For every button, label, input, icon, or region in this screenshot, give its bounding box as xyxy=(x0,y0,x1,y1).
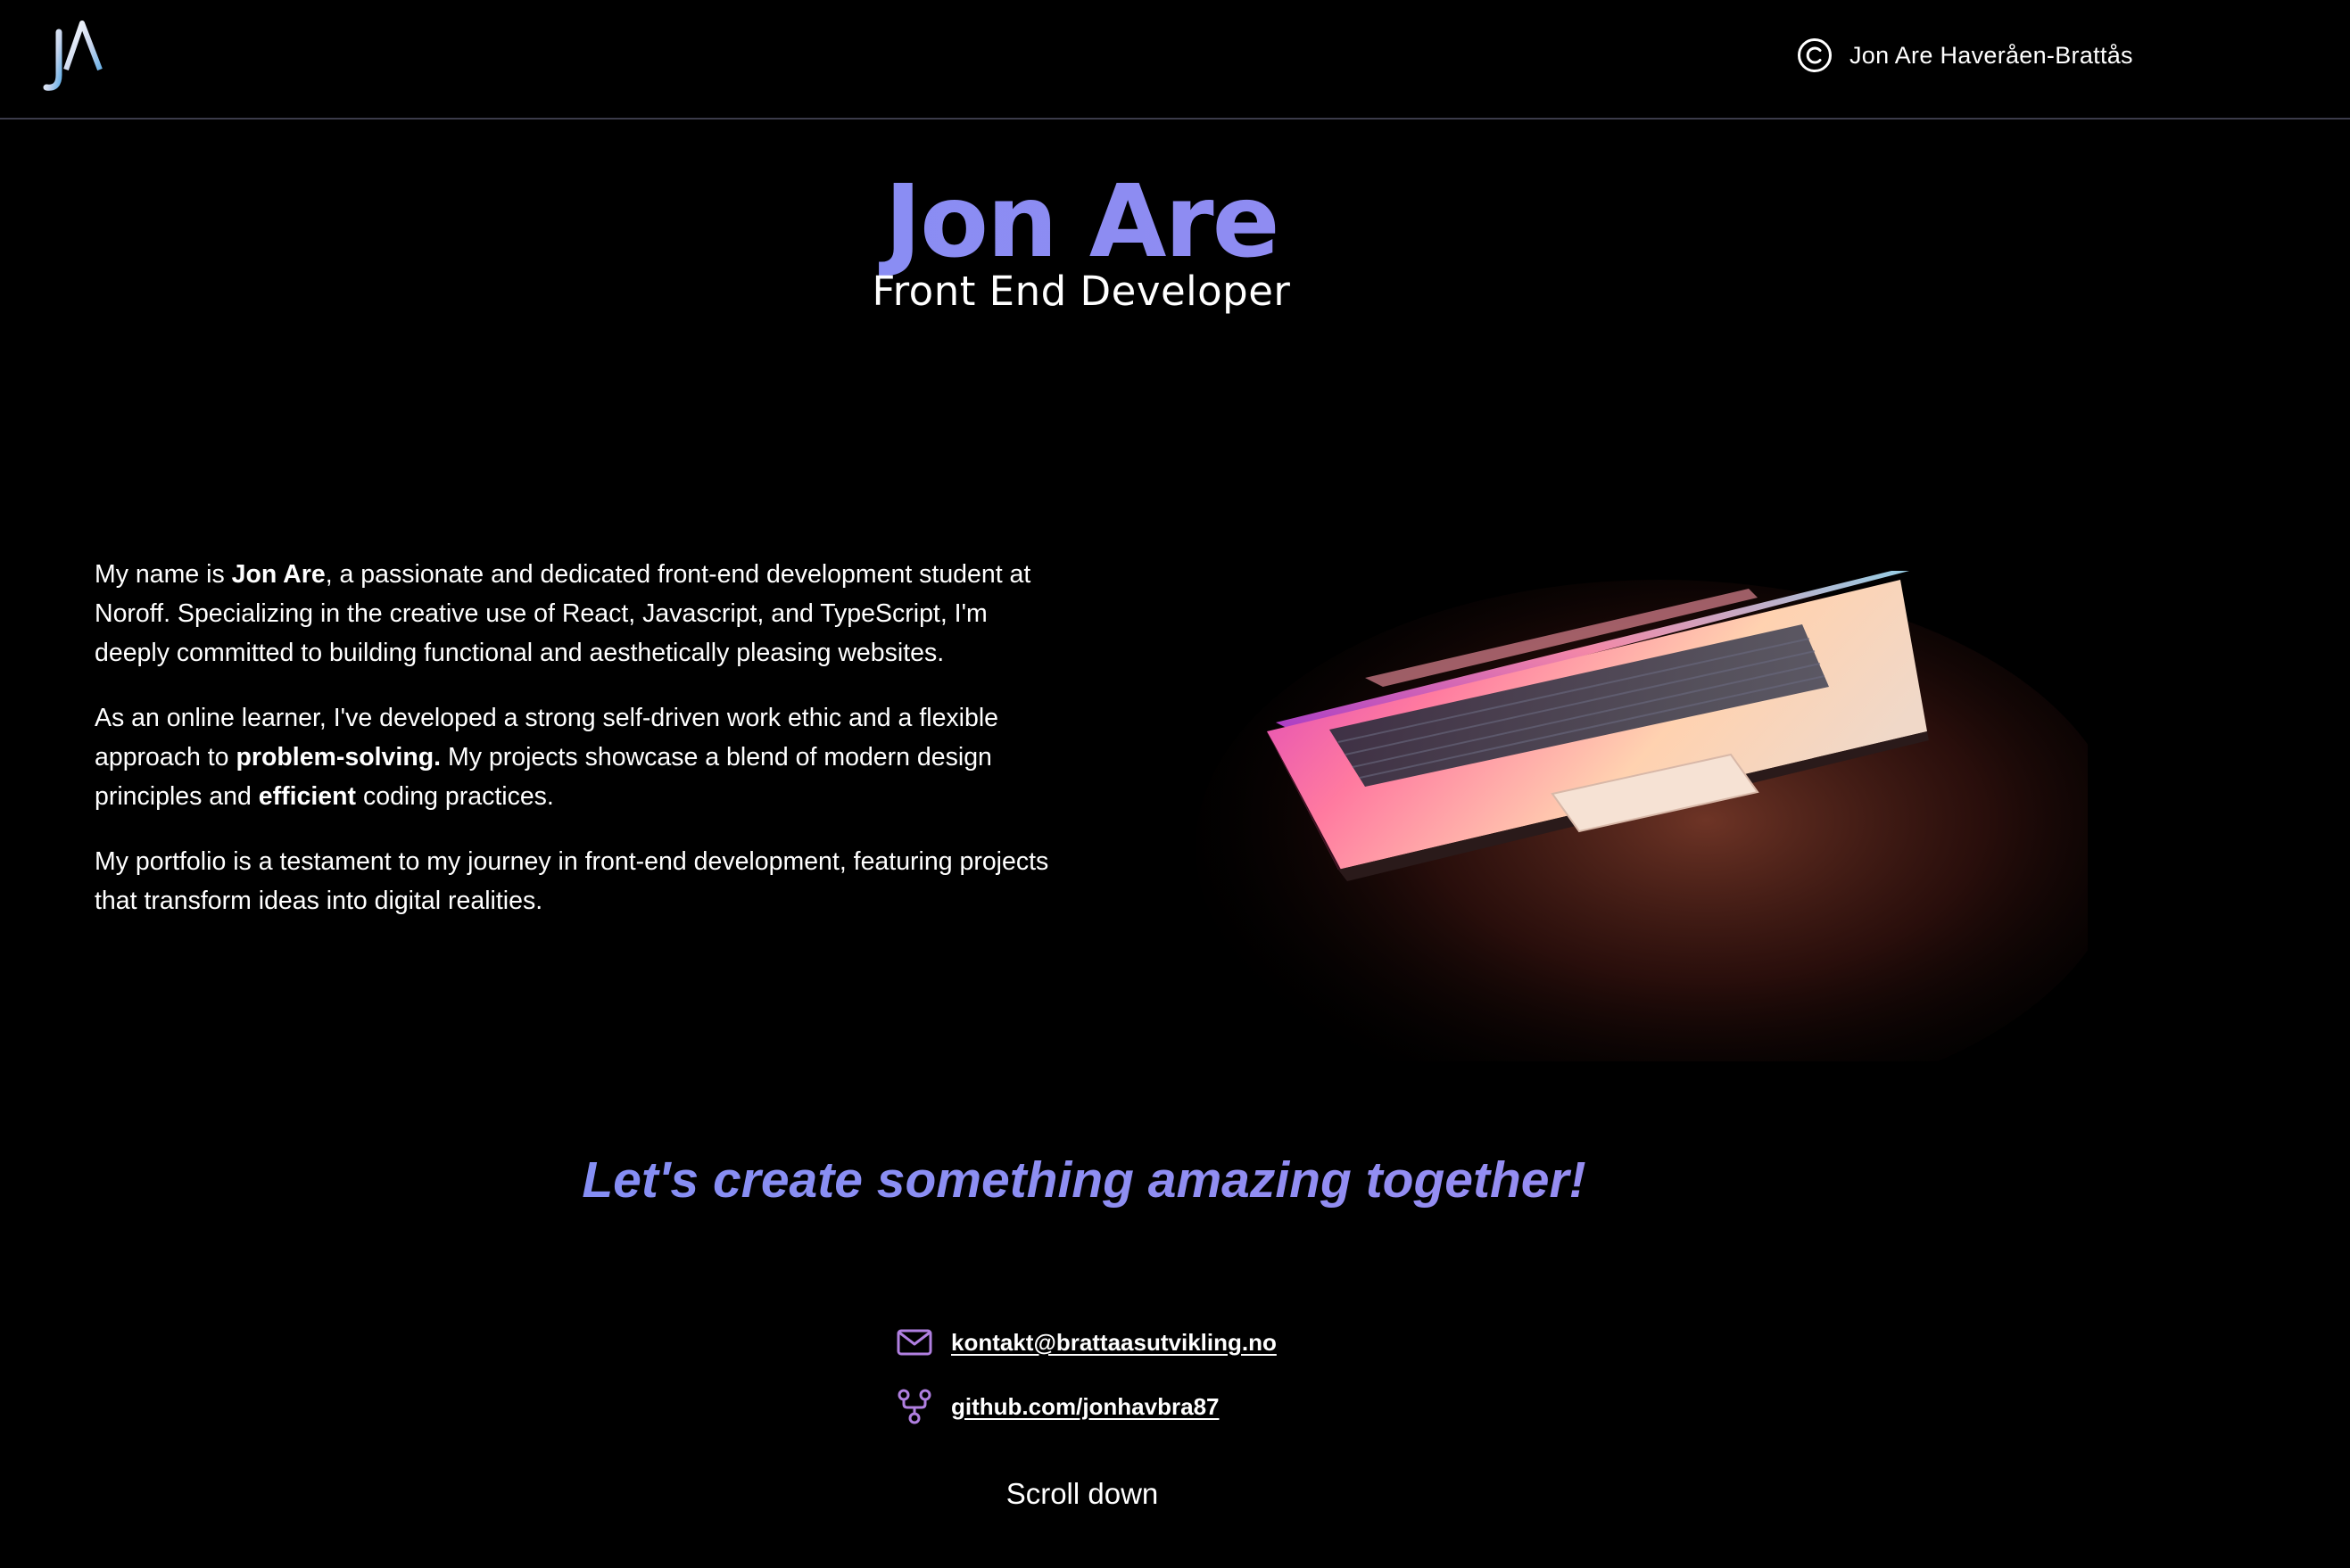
site-header: Jon Are Haveråen-Brattås xyxy=(0,0,2350,120)
about-text: My name is xyxy=(95,560,232,589)
about-paragraph-1: My name is Jon Are, a passionate and ded… xyxy=(95,555,1067,673)
about-bold-name: Jon Are xyxy=(231,560,326,589)
about-section: My name is Jon Are, a passionate and ded… xyxy=(95,555,1067,946)
mail-icon xyxy=(897,1329,932,1356)
email-contact: kontakt@brattaasutvikling.no xyxy=(896,1324,1277,1361)
about-paragraph-3: My portfolio is a testament to my journe… xyxy=(95,847,1049,915)
git-fork-icon xyxy=(898,1389,931,1424)
logo-icon[interactable] xyxy=(43,20,105,95)
tagline: Let's create something amazing together! xyxy=(0,1151,2168,1209)
laptop-image xyxy=(1196,571,2088,1061)
copyright: Jon Are Haveråen-Brattås xyxy=(1796,36,2133,75)
about-paragraph-2: As an online learner, I've developed a s… xyxy=(95,698,1067,816)
email-link[interactable]: kontakt@brattaasutvikling.no xyxy=(951,1329,1277,1357)
hero-name: Jon Are xyxy=(0,167,2163,277)
about-text: coding practices. xyxy=(356,782,554,811)
github-contact: github.com/jonhavbra87 xyxy=(896,1388,1220,1425)
github-link[interactable]: github.com/jonhavbra87 xyxy=(951,1393,1220,1421)
copyright-name: Jon Are Haveråen-Brattås xyxy=(1849,41,2133,69)
about-bold-efficient: efficient xyxy=(258,782,357,811)
copyright-icon xyxy=(1798,38,1832,72)
scroll-down-button[interactable]: Scroll down xyxy=(0,1477,2164,1511)
hero-role: Front End Developer xyxy=(872,268,1291,315)
about-bold-problem-solving: problem-solving. xyxy=(236,743,442,772)
page: Jon Are Haveråen-Brattås Jon Are Front E… xyxy=(0,0,2350,1568)
